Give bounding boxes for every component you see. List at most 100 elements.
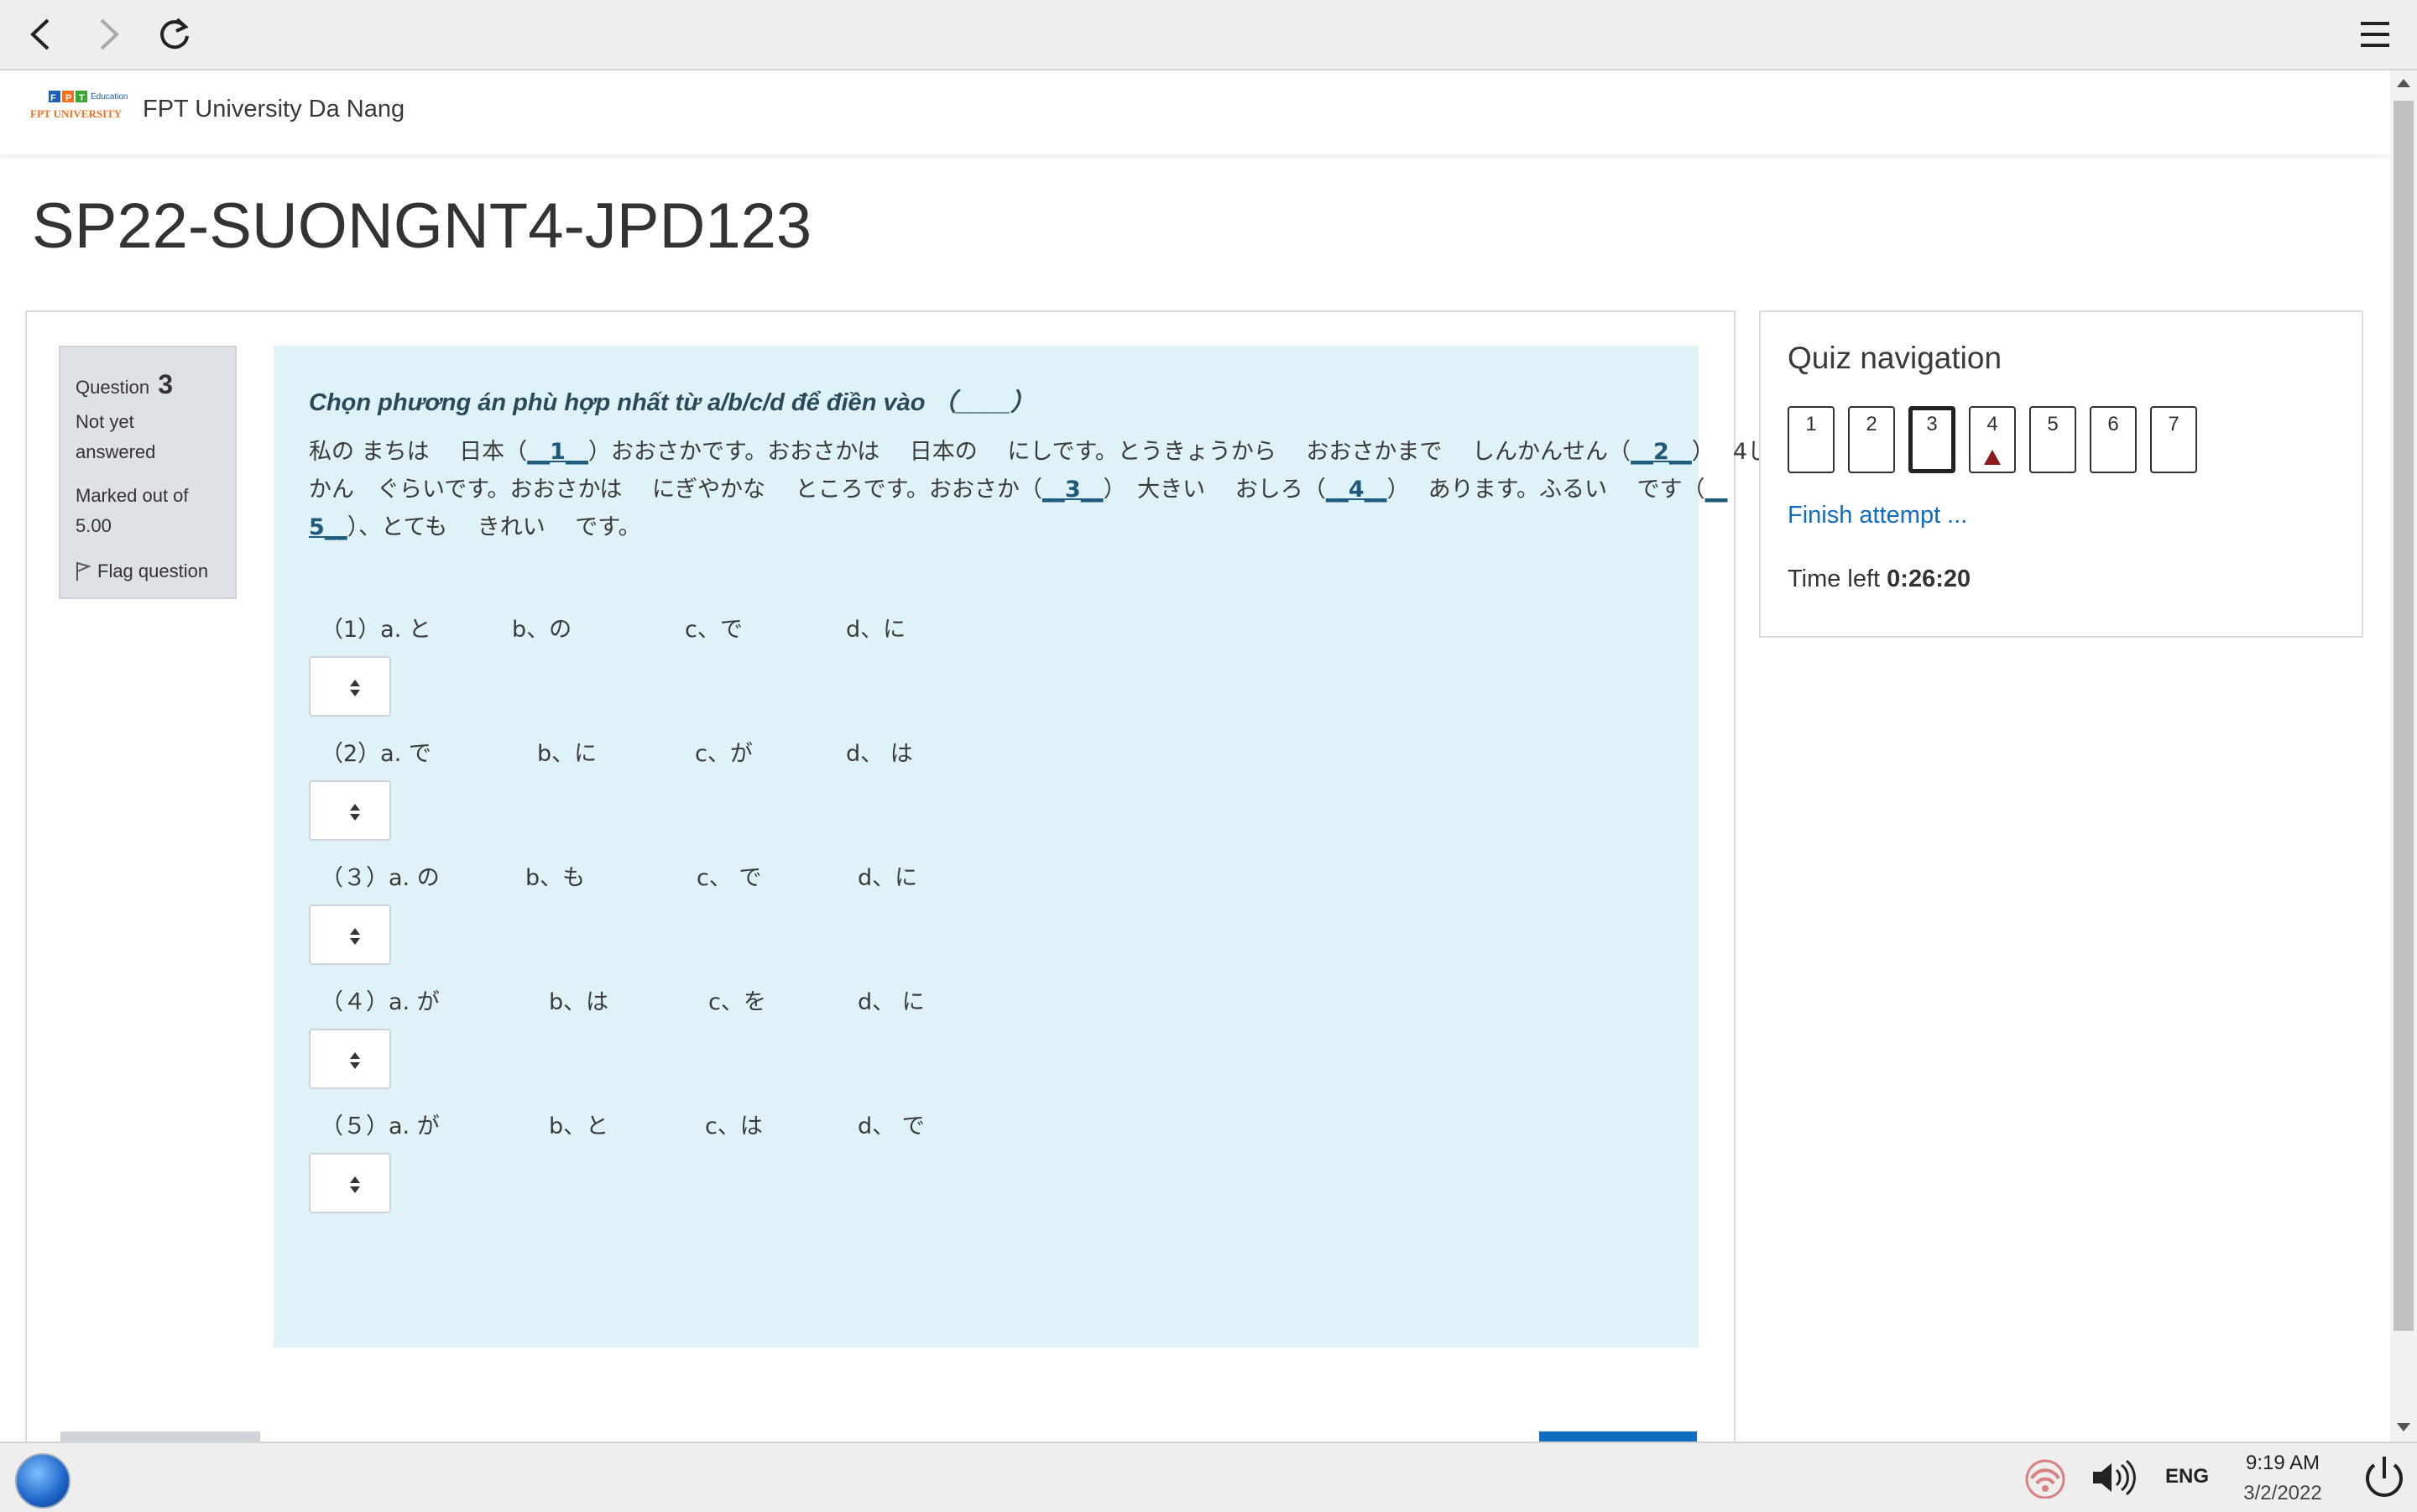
browser-toolbar [0,0,2417,70]
option-a: （2）a. で [321,741,431,767]
time-left-label: Time left [1788,566,1887,592]
taskbar: ENG 9:19 AM 3/2/2022 [0,1442,2417,1512]
passage-text: かん ぐらいです。おおさかは にぎやかな ところです。おおさか（ [309,477,1042,503]
svg-text:Education: Education [91,92,128,102]
nav-question-label: 6 [2107,413,2119,435]
option-d: d、 は [846,741,913,767]
question-instruction: Chọn phương án phù hợp nhất từ a/b/c/d đ… [309,389,1036,416]
nav-question-5[interactable]: 5 [2029,406,2076,473]
back-icon[interactable] [15,10,69,59]
blank-2: __2__ [1631,439,1692,465]
reload-icon[interactable] [148,10,201,59]
flag-question-button[interactable]: Flag question [76,560,208,582]
site-header: F P T Education FPT UNIVERSITY FPT Unive… [0,70,2390,154]
sort-caret-icon [349,928,360,945]
option-b: b、の [512,617,572,643]
input-language[interactable]: ENG [2165,1465,2209,1489]
scroll-thumb[interactable] [2394,101,2414,1331]
nav-question-label: 1 [1805,413,1817,435]
passage-text: 私の まちは 日本（ [309,439,528,465]
clock-date[interactable]: 3/2/2022 [2236,1482,2330,1505]
nav-question-label: 3 [1926,413,1938,435]
question-state-cont: answered [76,441,156,462]
nav-question-label: 7 [2168,413,2179,435]
option-b: b、に [537,741,598,767]
svg-text:T: T [79,93,85,103]
time-left-value: 0:26:20 [1887,566,1971,592]
option-d: d、 に [858,989,925,1015]
start-button[interactable] [15,1453,70,1509]
nav-question-2[interactable]: 2 [1848,406,1895,473]
nav-question-label: 4 [1986,413,1998,435]
answer-select-1[interactable] [309,656,391,717]
scroll-up-arrow-icon[interactable] [2397,79,2410,87]
question-info-panel: Question 3 Not yet answered Marked out o… [59,346,237,599]
svg-text:FPT UNIVERSITY: FPT UNIVERSITY [30,107,123,120]
option-b: b、と [549,1113,609,1139]
flag-icon [76,561,91,581]
sort-caret-icon [349,1052,360,1069]
option-c: c、で [685,617,743,643]
svg-text:P: P [65,93,71,103]
flag-question-label: Flag question [97,560,209,581]
blank-1: __1__ [527,439,588,465]
passage-text: ）おおさかです。おおさかは 日本の にしです。とうきょうから おおさかまで しん… [587,439,1631,465]
option-b: b、も [525,865,586,891]
option-c: c、は [705,1113,763,1139]
sort-caret-icon [349,1176,360,1193]
question-number: 3 [158,369,173,399]
option-a: （1）a. と [321,617,431,643]
nav-question-6[interactable]: 6 [2090,406,2137,473]
nav-question-7[interactable]: 7 [2150,406,2197,473]
page-title: SP22-SUONGNT4-JPD123 [32,190,812,262]
passage-text: ） 大きい おしろ（ [1103,477,1326,503]
question-state: Not yet [76,411,134,432]
menu-icon[interactable] [2348,10,2402,59]
option-c: c、 で [697,865,762,891]
nav-question-1[interactable]: 1 [1788,406,1835,473]
option-b: b、は [549,989,609,1015]
option-a: （４）a. が [321,989,440,1015]
site-name[interactable]: FPT University Da Nang [143,96,405,123]
clock-time[interactable]: 9:19 AM [2242,1452,2323,1475]
passage-text: ） あります。ふるい です（ [1386,477,1705,503]
question-grade-value: 5.00 [76,515,112,536]
answer-select-4[interactable] [309,1029,391,1089]
option-c: c、を [708,989,766,1015]
wifi-icon[interactable] [2023,1457,2068,1499]
flag-triangle-icon [1984,450,2001,465]
option-d: d、に [846,617,906,643]
svg-text:F: F [50,93,56,103]
passage-text: ）、とても きれい です。 [347,514,641,540]
power-icon[interactable] [2360,1453,2409,1502]
option-d: d、 で [858,1113,925,1139]
page-scrollbar[interactable] [2390,70,2417,1442]
nav-question-label: 5 [2047,413,2059,435]
option-a: （３）a. の [321,865,440,891]
nav-question-4-flagged[interactable]: 4 [1969,406,2016,473]
question-label: Question [76,377,150,398]
answer-select-5[interactable] [309,1153,391,1213]
quiz-navigation-title: Quiz navigation [1788,341,2002,375]
question-grade-label: Marked out of [76,485,189,506]
answer-select-2[interactable] [309,780,391,841]
option-c: c、が [695,741,753,767]
blank-5-end: 5__ [309,514,347,540]
blank-5-start: __ [1704,477,1728,503]
fpt-logo[interactable]: F P T Education FPT UNIVERSITY [29,86,141,141]
answer-select-3[interactable] [309,905,391,965]
nav-question-3-current[interactable]: 3 [1908,406,1955,473]
time-left: Time left 0:26:20 [1788,566,1971,593]
question-number-line: Question 3 [76,369,173,400]
finish-attempt-link[interactable]: Finish attempt ... [1788,502,1967,529]
blank-3: __3__ [1041,477,1104,503]
option-a: （５）a. が [321,1113,440,1139]
nav-question-label: 2 [1866,413,1877,435]
passage-line-2: かん ぐらいです。おおさかは にぎやかな ところです。おおさか（__3__） 大… [309,471,1728,503]
passage-line-1: 私の まちは 日本（__1__）おおさかです。おおさかは 日本の にしです。とう… [309,433,1770,466]
scroll-down-arrow-icon[interactable] [2397,1423,2410,1431]
volume-icon[interactable] [2090,1458,2137,1497]
sort-caret-icon [349,804,360,821]
forward-icon[interactable] [81,10,134,59]
passage-line-3: 5__）、とても きれい です。 [309,508,641,541]
